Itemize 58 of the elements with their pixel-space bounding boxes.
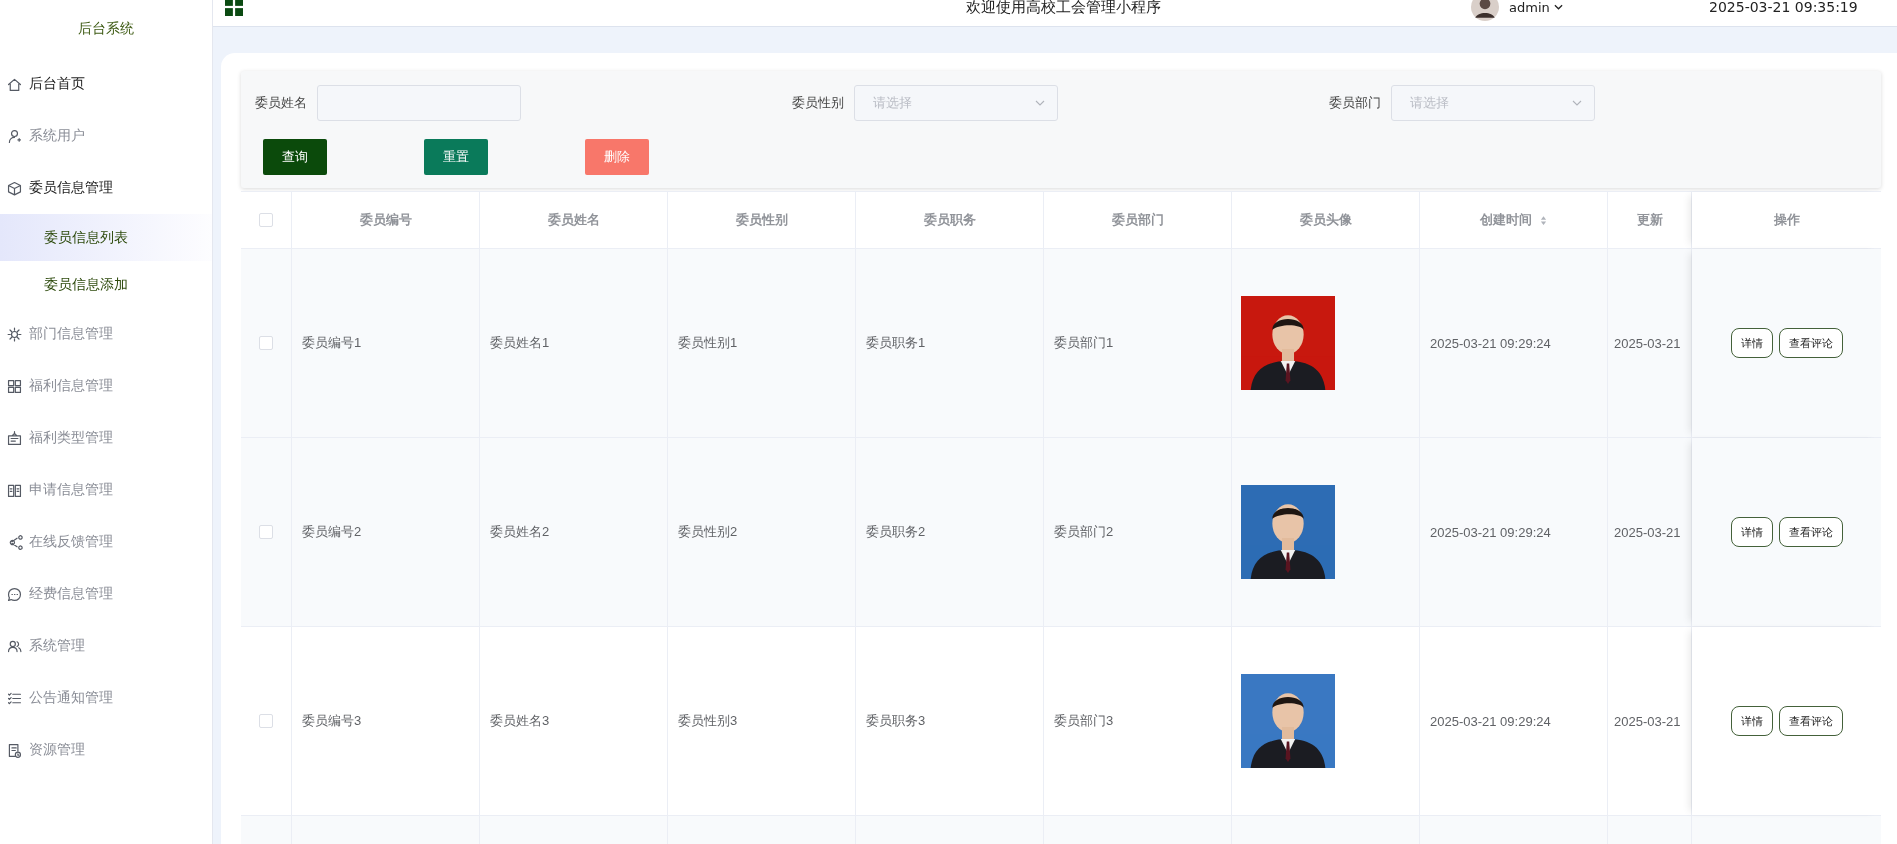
- sidebar-item[interactable]: 在线反馈管理: [0, 516, 212, 568]
- table-cell: 委员职务2: [866, 523, 926, 541]
- sidebar-item[interactable]: 部门信息管理: [0, 308, 212, 360]
- app-logo-text: 后台系统: [77, 19, 135, 38]
- column-header: 委员部门: [1111, 211, 1164, 229]
- action-button[interactable]: 查询: [263, 139, 327, 175]
- action-button[interactable]: 重置: [424, 139, 488, 175]
- table-cell: 委员姓名1: [490, 334, 550, 352]
- column-header: 委员头像: [1299, 211, 1352, 229]
- table-cell: 委员职务1: [866, 334, 926, 352]
- table-cell: 委员编号1: [302, 334, 362, 352]
- table-cell: 委员编号2: [302, 523, 362, 541]
- action-button[interactable]: 删除: [585, 139, 649, 175]
- row-action-button[interactable]: 查看评论: [1778, 706, 1843, 736]
- column-header: 委员姓名: [547, 211, 600, 229]
- table-cell: 委员编号3: [302, 712, 362, 730]
- sidebar-item[interactable]: 资源管理: [0, 724, 212, 776]
- table-cell: 委员部门2: [1054, 523, 1114, 541]
- column-header: 创建时间: [1480, 211, 1532, 229]
- column-header: 委员编号: [359, 211, 412, 229]
- table-cell: 2025-03-21 09:29:24: [1430, 524, 1551, 540]
- table-cell: 2025-03-21 09:29:24: [1430, 713, 1551, 729]
- user-menu[interactable]: admin: [1509, 0, 1550, 15]
- table-cell: 委员姓名3: [490, 712, 550, 730]
- filter-label: 委员部门: [1329, 94, 1381, 112]
- row-action-button[interactable]: 查看评论: [1778, 328, 1843, 358]
- sidebar-item[interactable]: 经费信息管理: [0, 568, 212, 620]
- table-cell: 委员性别3: [678, 712, 738, 730]
- row-action-button[interactable]: 查看评论: [1778, 517, 1843, 547]
- table-cell: 委员部门3: [1054, 712, 1114, 730]
- column-header: 委员职务: [923, 211, 976, 229]
- date-time: 2025-03-21 09:35:19: [1709, 0, 1858, 15]
- table-cell: 委员部门1: [1054, 334, 1114, 352]
- table-cell: 2025-03-21: [1614, 524, 1681, 540]
- table-cell: 委员性别2: [678, 523, 738, 541]
- table-cell: 委员职务3: [866, 712, 926, 730]
- column-header: 委员性别: [735, 211, 788, 229]
- table-cell: 2025-03-21: [1614, 713, 1681, 729]
- row-action-button[interactable]: 详情: [1730, 706, 1773, 736]
- sidebar-item[interactable]: 公告通知管理: [0, 672, 212, 724]
- sidebar-item[interactable]: 委员信息管理: [0, 162, 212, 214]
- sidebar-subitem[interactable]: 委员信息添加: [0, 261, 212, 308]
- filter-label: 委员性别: [792, 94, 844, 112]
- sidebar-item[interactable]: 系统管理: [0, 620, 212, 672]
- column-header: 更新: [1636, 211, 1663, 229]
- row-action-button[interactable]: 详情: [1730, 328, 1773, 358]
- table-cell: 2025-03-21 09:29:24: [1430, 335, 1551, 351]
- sidebar-item[interactable]: 后台首页: [0, 58, 212, 110]
- table-cell: 2025-03-21: [1614, 335, 1681, 351]
- sidebar-item[interactable]: 申请信息管理: [0, 464, 212, 516]
- sidebar-item[interactable]: 福利信息管理: [0, 360, 212, 412]
- filter-label: 委员姓名: [255, 94, 307, 112]
- sidebar-item[interactable]: 系统用户: [0, 110, 212, 162]
- table-cell: 委员姓名2: [490, 523, 550, 541]
- row-action-button[interactable]: 详情: [1730, 517, 1773, 547]
- column-header: 操作: [1773, 211, 1800, 229]
- sidebar-item[interactable]: 福利类型管理: [0, 412, 212, 464]
- table-cell: 委员性别1: [678, 334, 738, 352]
